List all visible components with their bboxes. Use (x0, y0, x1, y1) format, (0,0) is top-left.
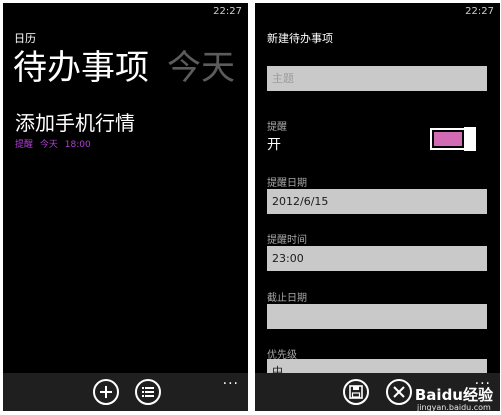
app-bar: ... (255, 373, 500, 411)
calendar-todo-screen: 22:27 日历 待办事项 今天 添加手机行情 提醒 今天 18:00 ... (3, 3, 248, 411)
reminder-date-picker[interactable]: 2012/6/15 (267, 189, 487, 214)
reminder-time-label: 提醒时间 (267, 235, 307, 246)
add-button[interactable] (93, 379, 119, 405)
reminder-label: 提醒 (267, 122, 287, 133)
pivot-tab-todo[interactable]: 待办事项 (13, 48, 149, 88)
reminder-label: 提醒 (15, 140, 34, 150)
status-time: 22:27 (213, 6, 242, 17)
add-icon (100, 386, 112, 398)
app-title: 日历 (14, 32, 36, 45)
new-todo-screen: 22:27 新建待办事项 主题 提醒 开 提醒日期 2012/6/15 提醒时间… (255, 3, 500, 411)
todo-reminder-info: 提醒 今天 18:00 (15, 137, 135, 150)
save-icon (349, 385, 363, 399)
due-date-picker[interactable] (267, 304, 487, 329)
subject-input[interactable]: 主题 (267, 66, 487, 91)
reminder-time: 18:00 (64, 140, 91, 150)
cancel-button[interactable] (386, 379, 412, 405)
todo-title: 添加手机行情 (15, 111, 135, 135)
toggle-track (434, 132, 462, 146)
list-icon (142, 387, 154, 397)
todo-list-item[interactable]: 添加手机行情 提醒 今天 18:00 (15, 110, 135, 150)
reminder-date-label: 提醒日期 (267, 178, 307, 189)
reminder-toggle-value: 开 (267, 137, 281, 153)
toggle-thumb (464, 127, 476, 151)
app-bar: ... (3, 373, 248, 411)
more-menu-button[interactable]: ... (223, 373, 239, 387)
due-date-label: 截止日期 (267, 293, 307, 304)
status-time: 22:27 (465, 6, 494, 17)
form-title: 新建待办事项 (267, 32, 333, 45)
list-button[interactable] (135, 379, 161, 405)
cancel-icon (393, 386, 405, 398)
reminder-toggle[interactable] (430, 127, 476, 151)
save-button[interactable] (343, 379, 369, 405)
pivot-tab-today[interactable]: 今天 (167, 48, 235, 88)
more-menu-button[interactable]: ... (475, 373, 491, 387)
reminder-time-picker[interactable]: 23:00 (267, 246, 487, 271)
pivot-header: 待办事项 今天 (13, 47, 235, 89)
reminder-day: 今天 (39, 140, 58, 150)
